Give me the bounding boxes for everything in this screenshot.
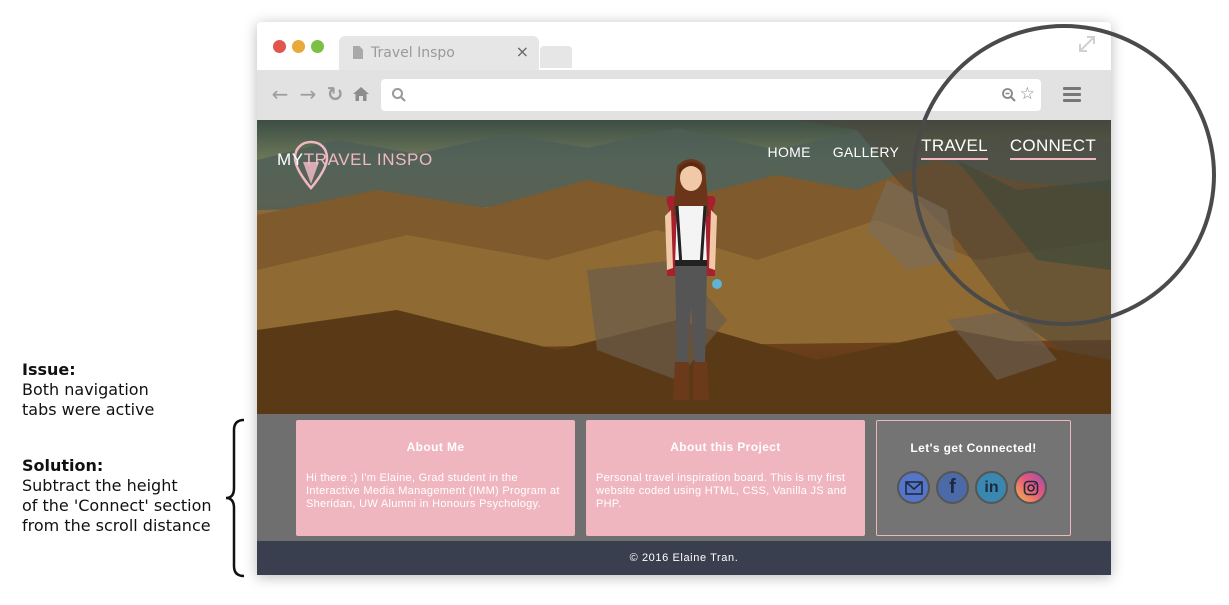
about-me-body: Hi there :) I'm Elaine, Grad student in … [306, 472, 560, 510]
connect-card: Let's get Connected! f in [876, 420, 1071, 536]
browser-tab[interactable]: Travel Inspo × [339, 36, 539, 70]
solution-title: Solution: [22, 456, 104, 475]
nav-connect-label: CONNECT [1009, 136, 1096, 160]
about-project-title: About this Project [670, 440, 781, 454]
tab-title: Travel Inspo [371, 45, 455, 61]
issue-line-2: tabs were active [22, 400, 155, 419]
browser-titlebar: Travel Inspo × [257, 22, 1111, 70]
brand-accent: TRAVEL INSPO [303, 150, 433, 169]
about-me-title: About Me [406, 440, 465, 454]
social-links: f in [897, 471, 1047, 504]
nav-gallery-label: GALLERY [832, 144, 900, 160]
mail-icon[interactable] [897, 471, 930, 504]
footer-copyright: © 2016 Elaine Tran. [629, 552, 739, 564]
back-arrow-icon[interactable]: ← [269, 83, 291, 105]
solution-line-3: from the scroll distance [22, 516, 211, 535]
url-input[interactable] [415, 83, 975, 107]
nav-home[interactable]: HOME [757, 140, 822, 166]
forward-arrow-icon[interactable]: → [297, 83, 319, 105]
cards-section: About Me Hi there :) I'm Elaine, Grad st… [257, 414, 1111, 541]
about-project-card: About this Project Personal travel inspi… [586, 420, 865, 536]
site-navigation: HOME GALLERY TRAVEL CONNECT [757, 136, 1107, 166]
facebook-icon[interactable]: f [936, 471, 969, 504]
nav-travel[interactable]: TRAVEL [910, 136, 999, 166]
hero-section: MYTRAVEL INSPO HOME GALLERY TRAVEL CONNE… [257, 120, 1111, 414]
site-footer: © 2016 Elaine Tran. [257, 541, 1111, 575]
browser-toolbar: ← → ↻ ☆ [257, 70, 1111, 120]
about-project-body: Personal travel inspiration board. This … [596, 472, 847, 510]
issue-title: Issue: [22, 360, 76, 379]
issue-line-1: Both navigation [22, 380, 149, 399]
expand-icon[interactable] [1077, 34, 1097, 54]
minimize-window-button[interactable] [292, 40, 305, 53]
document-icon [353, 46, 363, 59]
curly-brace-icon [225, 418, 245, 578]
nav-connect[interactable]: CONNECT [999, 136, 1107, 166]
home-icon[interactable] [352, 85, 370, 103]
new-tab-button[interactable] [540, 46, 572, 68]
connect-title: Let's get Connected! [910, 441, 1037, 455]
issue-annotation: Issue: Both navigation tabs were active [22, 360, 212, 420]
zoom-icon[interactable] [1001, 87, 1017, 103]
page-viewport: MYTRAVEL INSPO HOME GALLERY TRAVEL CONNE… [257, 120, 1111, 575]
hamburger-menu-icon[interactable] [1063, 87, 1081, 103]
nav-gallery[interactable]: GALLERY [822, 140, 910, 166]
reload-icon[interactable]: ↻ [324, 83, 346, 105]
instagram-icon[interactable] [1014, 471, 1047, 504]
solution-annotation: Solution: Subtract the height of the 'Co… [22, 456, 232, 536]
site-logo[interactable]: MYTRAVEL INSPO [277, 138, 447, 190]
nav-home-label: HOME [767, 144, 811, 160]
address-bar[interactable]: ☆ [381, 79, 1041, 111]
brand-prefix: MY [277, 150, 304, 169]
hiker-illustration [665, 159, 722, 400]
linkedin-icon[interactable]: in [975, 471, 1008, 504]
nav-travel-label: TRAVEL [921, 136, 988, 160]
solution-line-1: Subtract the height [22, 476, 178, 495]
search-icon [392, 88, 406, 102]
solution-line-2: of the 'Connect' section [22, 496, 212, 515]
bookmark-star-icon[interactable]: ☆ [1020, 84, 1035, 104]
tab-close-button[interactable]: × [516, 42, 529, 61]
browser-window: Travel Inspo × ← → ↻ ☆ MYTRAVEL INSPO HO… [257, 22, 1111, 575]
close-window-button[interactable] [273, 40, 286, 53]
about-me-card: About Me Hi there :) I'm Elaine, Grad st… [296, 420, 575, 536]
brand-name: MYTRAVEL INSPO [277, 150, 433, 170]
maximize-window-button[interactable] [311, 40, 324, 53]
